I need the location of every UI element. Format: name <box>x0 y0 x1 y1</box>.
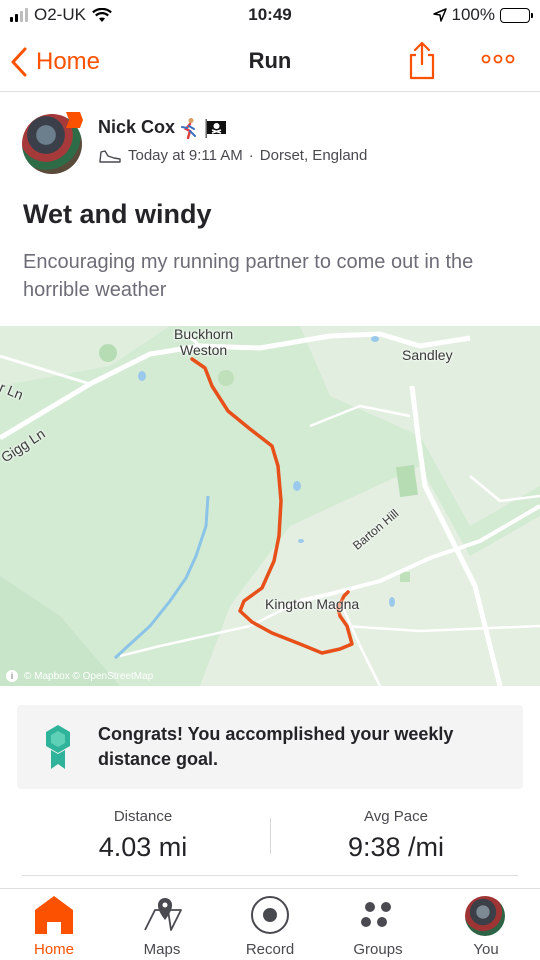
activity-timestamp: Today at 9:11 AM <box>128 147 243 164</box>
tab-home[interactable]: Home <box>0 889 108 960</box>
tab-you[interactable]: You <box>432 889 540 960</box>
stat-value: 4.03 mi <box>98 832 188 862</box>
mapbox-info-icon[interactable]: i <box>6 670 18 682</box>
activity-title: Wet and windy <box>23 199 212 229</box>
activity-location: Dorset, England <box>259 147 368 164</box>
map-attribution: i © Mapbox © OpenStreetMap <box>6 670 153 682</box>
goal-achievement-card: Congrats! You accomplished your weekly d… <box>17 705 523 789</box>
map-pin-icon <box>144 898 182 931</box>
activity-meta: Today at 9:11 AM · Dorset, England <box>98 147 367 164</box>
tab-bar: Home Maps Record Groups You <box>0 888 540 960</box>
tab-label: Home <box>33 941 74 958</box>
map-label-weston: Weston <box>180 342 228 358</box>
tab-label: You <box>473 941 499 958</box>
home-icon <box>35 896 73 934</box>
stat-label: Avg Pace <box>364 808 428 825</box>
tab-label: Groups <box>353 941 403 958</box>
route-map[interactable]: Buckhorn Weston Sandley or Ln Gigg Ln Ba… <box>0 326 540 686</box>
goal-badge-icon <box>46 725 70 769</box>
goal-message: Congrats! You accomplished your weekly d… <box>98 724 454 769</box>
map-label-sandley: Sandley <box>402 347 453 363</box>
share-icon[interactable] <box>404 40 440 80</box>
runner-emoji-icon <box>181 118 196 139</box>
nav-bar: Home Run <box>0 32 540 92</box>
athlete-name[interactable]: Nick Cox <box>98 117 175 138</box>
chevron-left-icon <box>11 47 27 77</box>
activity-description: Encouraging my running partner to come o… <box>23 251 474 301</box>
location-arrow-icon <box>432 8 447 22</box>
tab-groups[interactable]: Groups <box>324 889 432 960</box>
tab-label: Record <box>245 941 295 958</box>
battery-percent: 100% <box>451 5 495 24</box>
subscriber-badge-icon <box>66 112 83 128</box>
name-emoji-group <box>178 117 228 139</box>
stat-distance: Distance 4.03 mi <box>23 808 263 863</box>
back-label: Home <box>36 48 101 75</box>
record-icon <box>251 896 289 934</box>
map-label-buckhorn: Buckhorn <box>174 326 234 342</box>
running-shoe-icon <box>99 149 121 163</box>
more-options-icon[interactable] <box>478 44 518 74</box>
attribution-text: © Mapbox © OpenStreetMap <box>24 670 154 682</box>
map-base <box>0 326 540 686</box>
tab-record[interactable]: Record <box>216 889 324 960</box>
groups-icon <box>361 902 391 927</box>
stats-divider-line <box>22 875 518 876</box>
tab-label: Maps <box>143 941 181 958</box>
stat-value: 9:38 /mi <box>347 832 445 862</box>
stat-avg-pace: Avg Pace 9:38 /mi <box>276 808 516 863</box>
pirate-flag-emoji-icon <box>205 119 226 138</box>
status-bar: O2-UK 10:49 100% <box>0 0 540 32</box>
back-button[interactable]: Home <box>10 42 100 82</box>
status-right: 100% <box>432 5 533 25</box>
battery-icon <box>500 7 533 23</box>
meta-separator: · <box>248 147 254 164</box>
stat-label: Distance <box>113 808 173 825</box>
map-label-kington-magna: Kington Magna <box>265 596 360 612</box>
tab-maps[interactable]: Maps <box>108 889 216 960</box>
profile-avatar <box>465 896 505 936</box>
stats-divider <box>270 818 271 854</box>
